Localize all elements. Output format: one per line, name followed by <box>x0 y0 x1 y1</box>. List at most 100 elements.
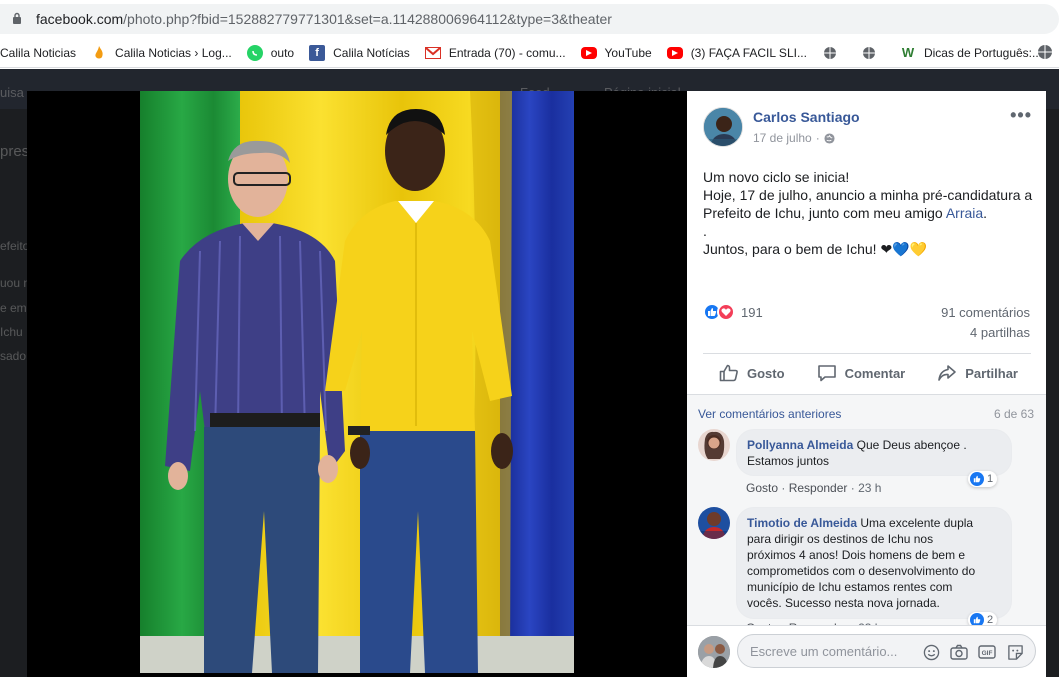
background-text: pres <box>0 143 30 160</box>
youtube-icon <box>580 46 597 59</box>
camera-icon[interactable] <box>950 643 968 661</box>
background-text: uisa <box>0 85 24 100</box>
bookmark-dicas[interactable]: W Dicas de Português:... <box>900 45 1042 61</box>
photo-illustration <box>140 91 574 673</box>
view-previous-comments-link[interactable]: Ver comentários anteriores <box>698 407 841 421</box>
url-host: facebook.com <box>36 11 124 27</box>
comment-text: Que Deus abençoe . <box>856 438 967 452</box>
globe-icon <box>824 132 835 144</box>
love-reaction-icon <box>717 303 735 321</box>
bookmark-label: Calila Noticias › Log... <box>115 45 232 60</box>
globe-icon[interactable] <box>1037 44 1053 65</box>
bookmark-gmail[interactable]: Entrada (70) - comu... <box>424 45 566 61</box>
bookmark-youtube[interactable]: YouTube <box>580 45 652 60</box>
photo-stage[interactable] <box>27 91 687 677</box>
bookmark-calila-login[interactable]: Calila Noticias › Log... <box>91 45 232 61</box>
comment-reply-link[interactable]: Responder <box>789 481 848 495</box>
gmail-icon <box>424 45 441 61</box>
composer-icons: GIF <box>922 643 1024 661</box>
post-text: Um novo ciclo se inicia! Hoje, 17 de jul… <box>703 168 1033 258</box>
bookmark-outo[interactable]: outo <box>246 44 295 61</box>
globe-icon <box>861 45 877 61</box>
heart-emojis: ❤💙💛 <box>880 241 928 257</box>
share-button[interactable]: Partilhar <box>921 355 1034 391</box>
post-line-2: Hoje, 17 de julho, anuncio a minha pré-c… <box>703 186 1033 222</box>
thumbs-up-icon <box>719 364 738 382</box>
comment-reactions[interactable]: 1 <box>968 471 998 487</box>
dicas-icon: W <box>901 45 915 60</box>
comment-icon <box>817 365 836 382</box>
post-photo[interactable] <box>140 91 574 673</box>
bookmark-globe-1[interactable] <box>822 45 846 61</box>
post-actions: Gosto Comentar Partilhar <box>703 355 1031 391</box>
shares-count[interactable]: 4 partilhas <box>970 325 1030 340</box>
commenter-avatar[interactable] <box>698 507 730 539</box>
comments-count[interactable]: 91 comentários <box>941 305 1030 320</box>
comments-position-count: 6 de 63 <box>993 407 1034 421</box>
comment-time[interactable]: 23 h <box>858 481 881 495</box>
mention-link[interactable]: Arraia <box>946 205 983 221</box>
commenter-avatar[interactable] <box>698 429 730 461</box>
current-user-avatar[interactable] <box>698 636 730 668</box>
bookmark-faca-facil[interactable]: (3) FAÇA FACIL SLI... <box>666 45 807 60</box>
comment-text: comprometidos com o desenvolvimento do <box>747 564 976 578</box>
like-reaction-icon <box>970 472 984 486</box>
comment-text: vocês. Sucesso nesta nova jornada. <box>747 596 940 610</box>
background-text: Ichu <box>0 325 23 339</box>
more-options-icon[interactable]: ••• <box>1010 105 1032 126</box>
gif-icon[interactable]: GIF <box>978 643 996 661</box>
comment-reaction-count: 1 <box>987 473 994 485</box>
background-text: uou n <box>0 276 31 290</box>
globe-icon <box>822 45 838 61</box>
like-button[interactable]: Gosto <box>703 355 801 391</box>
bookmark-label: outo <box>270 45 295 60</box>
comment-bubble: Pollyanna Almeida Que Deus abençoe . Est… <box>736 429 1012 476</box>
bookmark-globe-2[interactable] <box>861 45 885 61</box>
bookmarks-bar: Calila Noticias Calila Noticias › Log...… <box>0 38 1059 68</box>
comment-like-link[interactable]: Gosto <box>746 481 778 495</box>
comment-text: para dirigir os destinos de Ichu nos <box>747 532 934 546</box>
share-icon <box>938 365 957 381</box>
post-line-text: Juntos, para o bem de Ichu! <box>703 241 881 257</box>
comment-item: Pollyanna Almeida Que Deus abençoe . Est… <box>698 429 1038 495</box>
post-line-4: Juntos, para o bem de Ichu! ❤💙💛 <box>703 240 1033 258</box>
lock-icon[interactable] <box>12 12 22 24</box>
comment-text: município de Ichu estamos rentes com <box>747 580 953 594</box>
commenter-name[interactable]: Timotio de Almeida <box>747 516 857 530</box>
bookmark-label: Calila Notícias <box>333 45 410 60</box>
post-author[interactable]: Carlos Santiago <box>753 109 860 125</box>
comment-button[interactable]: Comentar <box>801 355 922 391</box>
share-label: Partilhar <box>965 365 1018 381</box>
bookmark-label: YouTube <box>604 45 652 60</box>
bookmark-calila[interactable]: Calila Noticias <box>0 46 76 60</box>
reaction-count: 191 <box>741 304 763 320</box>
comment-text: Uma excelente dupla <box>860 516 974 530</box>
svg-text:GIF: GIF <box>982 650 993 657</box>
sticker-icon[interactable] <box>1006 643 1024 661</box>
post-line: Um novo ciclo se inicia! <box>703 169 850 185</box>
comment-text: Estamos juntos <box>747 454 830 468</box>
url-path: /photo.php?fbid=152882779771301&set=a.11… <box>123 11 612 27</box>
comment-meta: Gosto · Responder · 23 h <box>746 481 882 495</box>
bookmark-label: Calila Noticias <box>0 45 77 60</box>
comment-composer: Escreve um comentário... GIF <box>687 625 1046 677</box>
author-avatar[interactable] <box>703 107 743 147</box>
bookmark-calila-fb[interactable]: f Calila Notícias <box>309 44 410 61</box>
url-text[interactable]: facebook.com/photo.php?fbid=152882779771… <box>36 11 612 27</box>
emoji-icon[interactable] <box>922 643 940 661</box>
address-bar[interactable]: facebook.com/photo.php?fbid=152882779771… <box>0 0 1059 38</box>
whatsapp-icon <box>246 44 263 61</box>
background-text: e em <box>0 301 27 315</box>
reactions-summary[interactable]: 191 <box>703 303 763 321</box>
comment-text: próximos 4 anos! Dois homens de bem e <box>747 548 966 562</box>
post-side-panel: Carlos Santiago 17 de julho · ••• Um nov… <box>687 91 1046 677</box>
comment-input-placeholder: Escreve um comentário... <box>750 643 898 659</box>
post-date[interactable]: 17 de julho <box>753 131 812 145</box>
like-label: Gosto <box>747 365 785 381</box>
commenter-name[interactable]: Pollyanna Almeida <box>747 438 853 452</box>
comments-area[interactable]: Ver comentários anteriores 6 de 63 Polly… <box>687 395 1046 635</box>
post-date-row: 17 de julho · <box>753 131 835 145</box>
comment-label: Comentar <box>844 365 906 381</box>
bookmark-label: (3) FAÇA FACIL SLI... <box>690 45 807 60</box>
background-text: efeito <box>0 239 30 253</box>
